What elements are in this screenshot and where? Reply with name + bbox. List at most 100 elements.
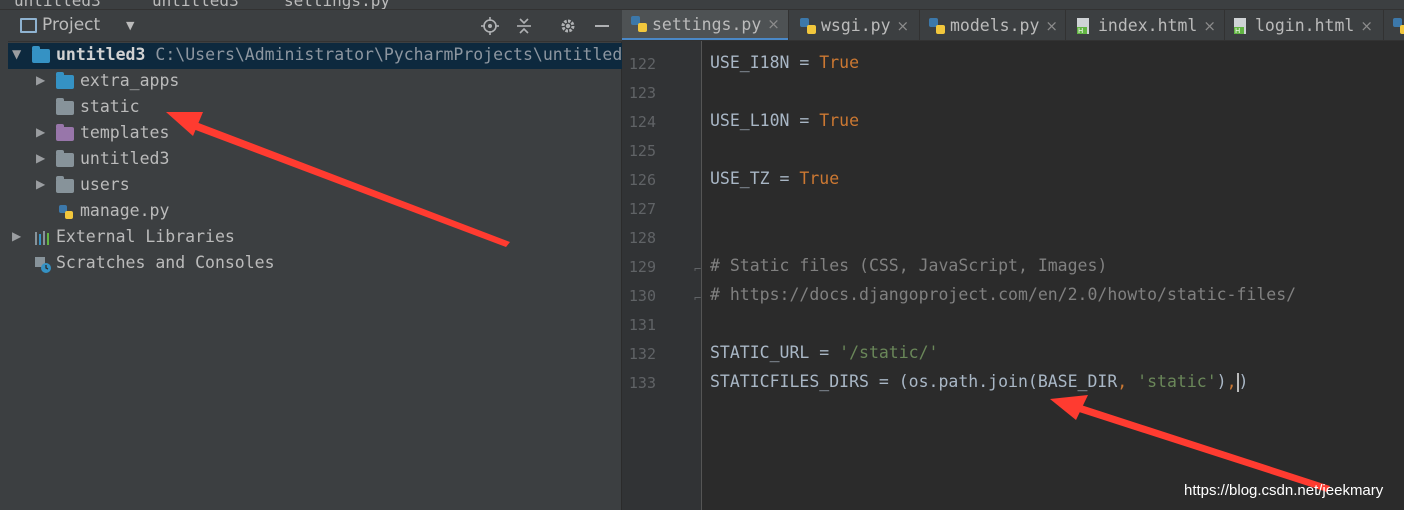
- tree-item-label: untitled3: [56, 45, 146, 64]
- project-panel-title[interactable]: Project: [42, 15, 100, 35]
- chevron-down-icon[interactable]: ▼: [12, 47, 21, 61]
- code-token: STATICFILES_DIRS = (os.path.join(BASE_DI…: [710, 372, 1118, 391]
- line-number: 127: [628, 200, 656, 218]
- python-file-icon: [1392, 17, 1404, 35]
- project-panel: Project ▼ ▼ untitled3 C:\Users\Administra…: [0, 10, 632, 510]
- fold-marker-icon[interactable]: ⌐: [694, 291, 701, 305]
- chevron-right-icon[interactable]: ▶: [36, 151, 45, 165]
- chevron-down-icon[interactable]: ▼: [126, 19, 134, 32]
- code-line: USE_I18N = True: [710, 53, 859, 72]
- svg-text:H: H: [1235, 27, 1240, 35]
- tab-wsgi-py[interactable]: wsgi.py ×: [789, 10, 919, 40]
- collapse-all-icon[interactable]: [514, 16, 534, 36]
- html-file-icon: H: [1233, 17, 1251, 35]
- tab-settings-py[interactable]: settings.py ×: [622, 10, 788, 40]
- tree-item-root[interactable]: ▼ untitled3 C:\Users\Administrator\Pychar…: [8, 43, 632, 69]
- line-number: 122: [628, 55, 656, 73]
- tree-item-static[interactable]: static: [8, 95, 622, 121]
- code-editor[interactable]: USE_I18N = True USE_L10N = True USE_TZ = T…: [703, 41, 1404, 510]
- code-line: USE_TZ = True: [710, 169, 839, 188]
- tree-item-label: manage.py: [80, 201, 170, 220]
- breadcrumb-item[interactable]: settings.py: [284, 0, 390, 9]
- tree-item-label: untitled3: [80, 149, 170, 168]
- code-token: # https://docs.djangoproject.com/en/2.0/…: [710, 285, 1297, 304]
- breadcrumb-item[interactable]: untitled3: [14, 0, 101, 9]
- svg-text:H: H: [1078, 27, 1083, 35]
- code-token: STATIC_URL =: [710, 343, 840, 362]
- tree-item-path: C:\Users\Administrator\PycharmProjects\u…: [155, 45, 633, 64]
- tree-item-label: Scratches and Consoles: [56, 253, 275, 272]
- watermark: https://blog.csdn.net/jeekmary: [1184, 482, 1384, 499]
- tree-item-extra-apps[interactable]: ▶ extra_apps: [8, 69, 622, 95]
- tab-login-html[interactable]: H login.html ×: [1225, 10, 1383, 40]
- close-icon[interactable]: ×: [767, 15, 780, 33]
- editor-tabs: settings.py × wsgi.py × models.py × H in…: [622, 10, 1404, 41]
- code-line: STATIC_URL = '/static/': [710, 343, 938, 362]
- line-number: 128: [628, 229, 656, 247]
- folder-icon: [32, 46, 50, 64]
- libraries-icon: [34, 230, 52, 246]
- code-line: STATICFILES_DIRS = (os.path.join(BASE_DI…: [710, 372, 1248, 392]
- navigation-breadcrumb: untitled3 untitled3 settings.py: [0, 0, 1404, 10]
- tab-label: login.html: [1255, 16, 1355, 35]
- close-icon[interactable]: ×: [1045, 17, 1058, 35]
- close-icon[interactable]: ×: [1203, 17, 1216, 35]
- tab-label: settings.py: [652, 14, 762, 34]
- tab-index-html[interactable]: H index.html ×: [1066, 10, 1224, 40]
- tab-label: models.py: [950, 16, 1040, 35]
- chevron-right-icon[interactable]: ▶: [36, 177, 45, 191]
- tree-item-label: extra_apps: [80, 71, 180, 90]
- tab-overflow[interactable]: [1384, 10, 1404, 40]
- code-token: ,: [1117, 372, 1138, 391]
- code-token: ): [1216, 372, 1227, 391]
- tree-item-manage-py[interactable]: manage.py: [8, 199, 622, 225]
- line-number: 123: [628, 84, 656, 102]
- line-number: 132: [628, 345, 656, 363]
- code-token: 'static': [1137, 372, 1217, 391]
- code-token: ,: [1226, 372, 1237, 391]
- code-token: '/static/': [839, 343, 939, 362]
- code-line: # Static files (CSS, JavaScript, Images): [710, 256, 1107, 275]
- line-number: 133: [628, 374, 656, 392]
- code-line: # https://docs.djangoproject.com/en/2.0/…: [710, 285, 1296, 304]
- code-token: True: [819, 53, 860, 72]
- chevron-right-icon[interactable]: ▶: [36, 125, 45, 139]
- breadcrumb-item[interactable]: untitled3: [152, 0, 239, 9]
- code-token: USE_I18N =: [710, 53, 820, 72]
- project-panel-header: Project ▼: [8, 10, 622, 42]
- gear-icon[interactable]: [558, 16, 578, 36]
- fold-marker-icon[interactable]: ⌐: [694, 262, 701, 276]
- line-number-gutter: 122 123 124 125 126 127 128 129 130 131 132 133: [622, 41, 702, 510]
- chevron-right-icon[interactable]: ▶: [36, 73, 45, 87]
- html-file-icon: H: [1076, 17, 1094, 35]
- tree-item-label: External Libraries: [56, 227, 235, 246]
- tree-item-external-libraries[interactable]: ▶ External Libraries: [8, 225, 622, 251]
- tree-item-label: templates: [80, 123, 170, 142]
- line-number: 129: [628, 258, 656, 276]
- tab-models-py[interactable]: models.py ×: [920, 10, 1065, 40]
- tab-label: index.html: [1098, 16, 1198, 35]
- line-number: 130: [628, 287, 656, 305]
- close-icon[interactable]: ×: [1360, 17, 1373, 35]
- folder-icon: [56, 150, 74, 168]
- scratches-icon: [34, 256, 52, 273]
- tab-label: wsgi.py: [821, 16, 891, 35]
- tree-item-scratches[interactable]: Scratches and Consoles: [8, 251, 622, 277]
- close-icon[interactable]: ×: [897, 17, 910, 35]
- code-token: True: [799, 169, 840, 188]
- minimize-icon[interactable]: [592, 16, 612, 36]
- chevron-right-icon[interactable]: ▶: [12, 229, 21, 243]
- locate-icon[interactable]: [480, 16, 500, 36]
- python-file-icon: [928, 17, 946, 35]
- line-number: 131: [628, 316, 656, 334]
- tree-item-templates[interactable]: ▶ templates: [8, 121, 622, 147]
- code-token: USE_L10N =: [710, 111, 820, 130]
- line-number: 124: [628, 113, 656, 131]
- folder-icon: [56, 98, 74, 116]
- code-token: ): [1238, 372, 1249, 391]
- tree-item-users[interactable]: ▶ users: [8, 173, 622, 199]
- folder-icon: [56, 124, 74, 142]
- tree-item-untitled3[interactable]: ▶ untitled3: [8, 147, 622, 173]
- folder-icon: [56, 72, 74, 90]
- code-token: # Static files (CSS, JavaScript, Images): [710, 256, 1108, 275]
